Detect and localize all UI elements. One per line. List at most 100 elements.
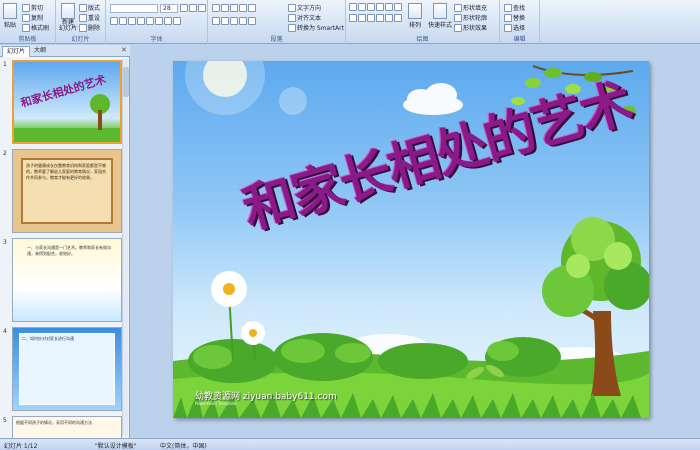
shape-gallery-row2[interactable] <box>349 14 402 22</box>
indent-less-icon[interactable] <box>230 4 238 12</box>
reset-button[interactable]: 重设 <box>79 13 100 22</box>
align-text-button[interactable]: 对齐文本 <box>288 13 321 22</box>
thumb-1-art: 和家长相处的艺术 <box>14 72 120 142</box>
select-button[interactable]: 选择 <box>504 23 525 32</box>
slide-thumbnails-pane: 1 和家长相处的艺术 2 孩子的健康成长仅靠教育机构和家庭都是不够的，教师要了解… <box>0 57 130 438</box>
bullets-icon[interactable] <box>212 4 220 12</box>
layout-icon <box>79 3 87 12</box>
arrange-icon <box>408 3 422 19</box>
paste-button[interactable]: 粘贴 <box>3 3 17 29</box>
find-button[interactable]: 查找 <box>504 3 525 12</box>
italic-icon[interactable] <box>119 17 127 25</box>
drawing-group: 排列 快速样式 形状填充 形状轮廓 形状效果 绘图 <box>346 0 500 44</box>
status-bar: 幻灯片 1/12 "默认设计模板" 中文(简体，中国) <box>0 438 700 450</box>
smartart-icon <box>288 23 296 32</box>
new-slide-button[interactable]: 新建 幻灯片 <box>59 3 77 32</box>
clipboard-group: 粘贴 剪切 复制 格式刷 剪贴板 <box>0 0 56 44</box>
bolt-shape-icon <box>385 14 393 22</box>
tab-outline[interactable]: 大纲 <box>30 46 50 57</box>
align-left-icon[interactable] <box>212 17 220 25</box>
shape-fill-button[interactable]: 形状填充 <box>454 3 487 12</box>
rect-shape-icon <box>349 3 357 11</box>
quick-styles-icon <box>433 3 447 19</box>
oval-shape-icon <box>376 3 384 11</box>
justify-icon[interactable] <box>239 17 247 25</box>
bold-icon[interactable] <box>110 17 118 25</box>
thumb-text: 一、与家长沟通是一门艺术，教师和家长有效沟通，来得到配合，收效好。 <box>27 245 111 256</box>
layout-button[interactable]: 版式 <box>79 3 100 12</box>
thumbs-scrollbar[interactable] <box>122 59 129 436</box>
close-pane-icon[interactable]: ✕ <box>121 46 127 54</box>
quick-styles-button[interactable]: 快速样式 <box>428 3 452 29</box>
tab-slides[interactable]: 幻灯片 <box>2 46 31 57</box>
columns-icon[interactable] <box>248 17 256 25</box>
thumb-slide-5[interactable]: 根据不同孩子的情况，采用不同的沟通方法 <box>12 416 122 438</box>
shape-effects-button[interactable]: 形状效果 <box>454 23 487 32</box>
smartart-button[interactable]: 转换为 SmartArt <box>288 23 344 32</box>
shadow-icon[interactable] <box>146 17 154 25</box>
thumb-number: 4 <box>3 328 7 335</box>
slide-canvas: 和家长相处的艺术 幼教资源网 ziyuan.baby611.com PowerP… <box>131 57 700 438</box>
paragraph-group: 文字方向 对齐文本 转换为 SmartArt 段落 <box>208 0 346 44</box>
font-name-combo[interactable] <box>110 4 158 13</box>
underline-icon[interactable] <box>128 17 136 25</box>
align-center-icon[interactable] <box>221 17 229 25</box>
paste-icon <box>3 3 17 19</box>
thumb-slide-3[interactable]: 一、与家长沟通是一门艺术，教师和家长有效沟通，来得到配合，收效好。 <box>12 238 122 322</box>
thumb-slide-1[interactable]: 和家长相处的艺术 <box>12 60 122 144</box>
brush-icon <box>22 23 30 32</box>
arrow-shape-icon <box>367 3 375 11</box>
copy-icon <box>22 13 30 22</box>
effects-icon <box>454 23 462 32</box>
replace-icon <box>504 13 512 22</box>
thumb-number: 3 <box>3 239 7 246</box>
slides-label: 幻灯片 <box>71 36 90 43</box>
outline-icon <box>454 13 462 22</box>
clear-format-icon[interactable] <box>198 4 206 12</box>
spacing-icon[interactable] <box>155 17 163 25</box>
format-painter-button[interactable]: 格式刷 <box>22 23 49 32</box>
curve-shape-icon <box>349 14 357 22</box>
font-label: 字体 <box>150 36 163 43</box>
shrink-font-icon[interactable] <box>189 4 197 12</box>
select-icon <box>504 23 512 32</box>
ribbon: 粘贴 剪切 复制 格式刷 剪贴板 新建 幻灯片 版式 重设 删除 幻灯片 28 … <box>0 0 700 44</box>
main-slide[interactable]: 和家长相处的艺术 幼教资源网 ziyuan.baby611.com PowerP… <box>173 61 649 418</box>
thumb-number: 1 <box>3 61 7 68</box>
shape-gallery[interactable] <box>349 3 402 11</box>
align-text-icon <box>288 13 296 22</box>
triangle-shape-icon <box>385 3 393 11</box>
delete-button[interactable]: 删除 <box>79 23 100 32</box>
replace-button[interactable]: 替换 <box>504 13 525 22</box>
align-right-icon[interactable] <box>230 17 238 25</box>
arrange-button[interactable]: 排列 <box>408 3 422 29</box>
slides-group: 新建 幻灯片 版式 重设 删除 幻灯片 <box>56 0 106 44</box>
thumb-slide-4[interactable]: 二、如何针对对家长进行沟通 <box>12 327 122 411</box>
drawing-label: 绘图 <box>416 36 429 43</box>
shape-outline-button[interactable]: 形状轮廓 <box>454 13 487 22</box>
thumb-number: 2 <box>3 150 7 157</box>
thumb-number: 5 <box>3 417 7 424</box>
fill-icon <box>454 3 462 12</box>
font-color-icon[interactable] <box>173 17 181 25</box>
moon-shape-icon <box>394 14 402 22</box>
line-spacing-icon[interactable] <box>248 4 256 12</box>
copy-button[interactable]: 复制 <box>22 13 43 22</box>
font-size-combo[interactable]: 28 <box>160 4 178 13</box>
watermark-subtext: PowerPoint Template <box>195 401 237 406</box>
case-icon[interactable] <box>164 17 172 25</box>
indent-more-icon[interactable] <box>239 4 247 12</box>
scissors-icon <box>22 3 30 12</box>
pane-tabs: 幻灯片 大纲 ✕ <box>0 45 130 57</box>
grow-font-icon[interactable] <box>180 4 188 12</box>
reset-icon <box>79 13 87 22</box>
thumb-slide-2[interactable]: 孩子的健康成长仅靠教育机构和家庭都是不够的，教师要了解幼儿家庭的教育情况，家园合… <box>12 149 122 233</box>
font-group: 28 字体 <box>106 0 208 44</box>
scrollbar-thumb[interactable] <box>123 67 129 97</box>
text-direction-button[interactable]: 文字方向 <box>288 3 321 12</box>
numbering-icon[interactable] <box>221 4 229 12</box>
brace-shape-icon <box>358 14 366 22</box>
star-shape-icon <box>394 3 402 11</box>
cut-button[interactable]: 剪切 <box>22 3 43 12</box>
strike-icon[interactable] <box>137 17 145 25</box>
